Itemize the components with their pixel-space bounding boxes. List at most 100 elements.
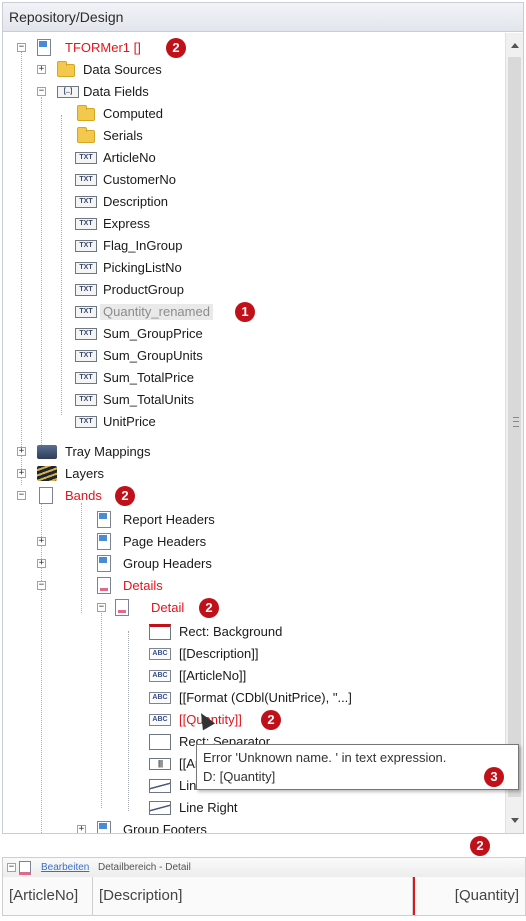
tree-node-bands[interactable]: − Bands 2: [3, 485, 505, 507]
detail-item-background[interactable]: Rect: Background: [3, 621, 505, 643]
tree-item-express[interactable]: TXT Express: [3, 213, 505, 235]
tree-item-serials[interactable]: Serials: [3, 125, 505, 147]
error-tooltip: Error 'Unknown name. ' in text expressio…: [196, 744, 519, 790]
detail-item-format[interactable]: ABC [[Format (CDbl(UnitPrice), "...]: [3, 687, 505, 709]
root-label: TFORMer1 []: [65, 40, 141, 55]
field-label: CustomerNo: [103, 172, 176, 187]
tooltip-detail-row: D: [Quantity] 3: [203, 767, 512, 787]
text-field-icon: TXT: [75, 284, 97, 296]
expand-icon[interactable]: +: [37, 65, 46, 74]
edit-link[interactable]: Bearbeiten: [41, 858, 89, 878]
expand-icon[interactable]: +: [37, 559, 46, 568]
field-label: Express: [103, 216, 150, 231]
text-field-icon: TXT: [75, 306, 97, 318]
tree-item-computed[interactable]: Computed: [3, 103, 505, 125]
text-field-icon: TXT: [75, 262, 97, 274]
detail-item-label: Rect: Background: [179, 624, 283, 639]
text-element-icon: ABC: [149, 692, 171, 704]
collapse-icon[interactable]: −: [37, 87, 46, 96]
tree-item-sum-groupunits[interactable]: TXT Sum_GroupUnits: [3, 345, 505, 367]
report-icon: [37, 39, 51, 56]
field-label: ArticleNo: [103, 150, 156, 165]
detail-item-articleno[interactable]: ABC [[ArticleNo]]: [3, 665, 505, 687]
panel-title: Repository/Design: [3, 3, 523, 32]
text-field-icon: TXT: [75, 240, 97, 252]
band-icon: [97, 821, 111, 833]
tree-node-group-headers[interactable]: + Group Headers: [3, 553, 505, 575]
text-field-icon: TXT: [75, 328, 97, 340]
tree-item-productgroup[interactable]: TXT ProductGroup: [3, 279, 505, 301]
detail-item-label: [[Format (CDbl(UnitPrice), "...]: [179, 690, 352, 705]
field-label: Sum_TotalUnits: [103, 392, 195, 407]
tree-item-sum-groupprice[interactable]: TXT Sum_GroupPrice: [3, 323, 505, 345]
detail-item-line-right[interactable]: Line Right: [3, 797, 505, 819]
expand-icon[interactable]: +: [77, 825, 86, 833]
tooltip-error-text: Error 'Unknown name. ' in text expressio…: [203, 750, 447, 765]
text-field-icon: TXT: [75, 174, 97, 186]
expand-icon[interactable]: +: [17, 447, 26, 456]
collapse-icon[interactable]: −: [97, 603, 106, 612]
tree-item-sum-totalunits[interactable]: TXT Sum_TotalUnits: [3, 389, 505, 411]
rect-icon: [149, 624, 171, 640]
data-fields-label: Data Fields: [83, 84, 149, 99]
tree-item-quantity-renamed[interactable]: TXT Quantity_renamed 1: [3, 301, 505, 323]
detail-item-description[interactable]: ABC [[Description]]: [3, 643, 505, 665]
group-headers-label: Group Headers: [123, 556, 212, 571]
collapse-icon[interactable]: −: [37, 581, 46, 590]
detail-item-quantity[interactable]: ABC [[Quantity]] 2: [3, 709, 505, 731]
vertical-scrollbar[interactable]: [505, 33, 523, 833]
field-label: Sum_GroupUnits: [103, 348, 203, 363]
tree-item-sum-totalprice[interactable]: TXT Sum_TotalPrice: [3, 367, 505, 389]
barcode-icon: ||||: [149, 758, 171, 770]
expand-icon[interactable]: +: [37, 537, 46, 546]
band-icon: [97, 555, 111, 572]
report-headers-label: Report Headers: [123, 512, 215, 527]
collapse-icon[interactable]: −: [7, 863, 16, 872]
repository-tree[interactable]: − TFORMer1 [] 2 + Data Sources − [..] Da…: [3, 33, 505, 833]
tree-node-root[interactable]: − TFORMer1 [] 2: [3, 37, 505, 59]
tree-node-tray-mappings[interactable]: + Tray Mappings: [3, 441, 505, 463]
detail-item-label: Line Right: [179, 800, 238, 815]
text-element-icon: ABC: [149, 714, 171, 726]
tree-item-unitprice[interactable]: TXT UnitPrice: [3, 411, 505, 433]
text-field-icon: TXT: [75, 350, 97, 362]
description-cell[interactable]: [Description]: [93, 877, 413, 915]
tree-node-detail[interactable]: − Detail 2: [3, 597, 505, 619]
tree-node-report-headers[interactable]: Report Headers: [3, 509, 505, 531]
tree-node-data-sources[interactable]: + Data Sources: [3, 59, 505, 81]
tree-node-page-headers[interactable]: + Page Headers: [3, 531, 505, 553]
scroll-down-icon[interactable]: [511, 818, 519, 823]
band-header-bar: − Bearbeiten Detailbereich - Detail: [2, 857, 526, 879]
detail-item-label: [[ArticleNo]]: [179, 668, 247, 683]
tree-item-flag-ingroup[interactable]: TXT Flag_InGroup: [3, 235, 505, 257]
scroll-up-icon[interactable]: [511, 43, 519, 48]
data-sources-icon: [57, 61, 75, 77]
text-element-icon: ABC: [149, 670, 171, 682]
articleno-cell[interactable]: [ArticleNo]: [3, 877, 93, 915]
scrollbar-thumb[interactable]: [508, 57, 521, 797]
collapse-icon[interactable]: −: [17, 491, 26, 500]
collapse-icon[interactable]: −: [17, 43, 26, 52]
field-label: Sum_TotalPrice: [103, 370, 195, 385]
data-sources-label: Data Sources: [83, 62, 162, 77]
layers-icon: [37, 466, 57, 481]
text-field-icon: TXT: [75, 196, 97, 208]
band-icon: [97, 533, 111, 550]
tree-node-details[interactable]: − Details: [3, 575, 505, 597]
expand-icon[interactable]: +: [17, 469, 26, 478]
tree-item-pickinglistno[interactable]: TXT PickingListNo: [3, 257, 505, 279]
field-label: UnitPrice: [103, 414, 156, 429]
tree-item-description[interactable]: TXT Description: [3, 191, 505, 213]
quantity-cell[interactable]: [Quantity]: [413, 877, 525, 915]
tree-node-layers[interactable]: + Layers: [3, 463, 505, 485]
band-content-row[interactable]: [ArticleNo] [Description] [Quantity]: [2, 877, 526, 916]
field-label: Flag_InGroup: [103, 238, 183, 253]
folder-icon: [77, 105, 95, 121]
grip-icon: [513, 417, 519, 427]
bands-icon: [39, 487, 53, 504]
tree-node-data-fields[interactable]: − [..] Data Fields: [3, 81, 505, 103]
tree-node-group-footers[interactable]: + Group Footers: [3, 819, 505, 833]
tree-item-customerno[interactable]: TXT CustomerNo: [3, 169, 505, 191]
callout-badge: 3: [484, 767, 504, 787]
tree-item-articleno[interactable]: TXT ArticleNo: [3, 147, 505, 169]
